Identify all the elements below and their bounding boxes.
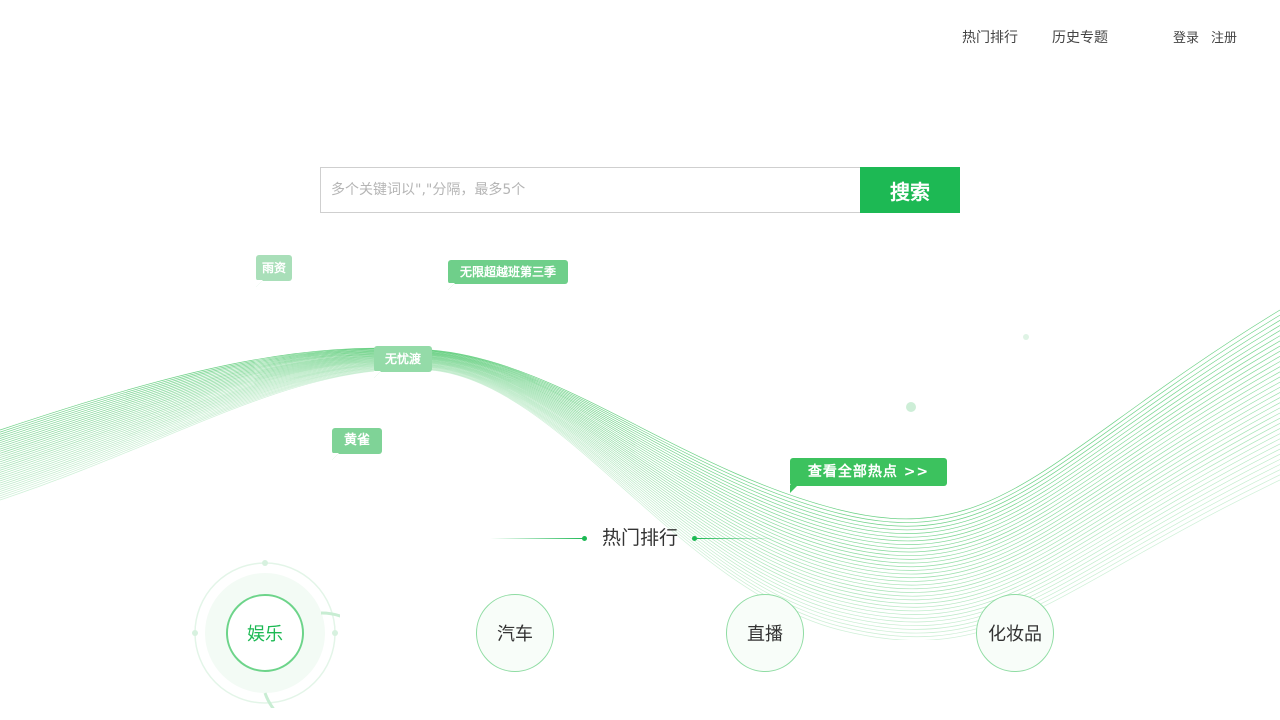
decor-dot (1023, 334, 1029, 340)
nav-history-link[interactable]: 历史专题 (1052, 28, 1108, 48)
tag-pointer (790, 485, 798, 493)
category-live[interactable]: 直播 (726, 594, 804, 672)
view-all-hot-button[interactable]: 查看全部热点 >> (790, 458, 947, 493)
search-input[interactable] (321, 168, 860, 212)
hot-tag-label: 黄雀 (344, 433, 371, 448)
login-link[interactable]: 登录 (1173, 29, 1199, 49)
hot-tag[interactable]: 雨资 (256, 255, 293, 287)
category-entertainment[interactable]: 娱乐 (226, 594, 304, 672)
wave-strand (0, 320, 1280, 527)
nav-hot-rank-link[interactable]: 热门排行 (962, 28, 1018, 48)
register-link[interactable]: 注册 (1211, 29, 1237, 49)
tag-pointer (374, 371, 381, 378)
hot-tag[interactable]: 无限超越班第三季 (448, 260, 569, 290)
wave-strand (0, 360, 1280, 590)
view-all-label: 查看全部热点 >> (807, 464, 930, 480)
search-button[interactable]: 搜索 (860, 167, 960, 213)
hot-tag-label: 无忧渡 (385, 352, 422, 366)
hot-tag[interactable]: 无忧渡 (374, 346, 433, 378)
tag-pointer (448, 283, 455, 290)
category-cosmetics[interactable]: 化妆品 (976, 594, 1054, 672)
page: 热门排行 历史专题 登录 注册 搜索 雨资 无限超越班第三季 无忧渡 黄雀 查看… (0, 0, 1280, 720)
hot-tag[interactable]: 黄雀 (332, 428, 383, 460)
search-box (320, 167, 860, 213)
decor-dot (906, 402, 916, 412)
title-divider-right (696, 538, 776, 539)
wave-strand (0, 325, 1280, 531)
tag-pointer (332, 453, 339, 460)
hot-tag-label: 雨资 (262, 261, 287, 275)
hot-tag-label: 无限超越班第三季 (460, 265, 557, 279)
tag-pointer (256, 280, 263, 287)
category-auto[interactable]: 汽车 (476, 594, 554, 672)
